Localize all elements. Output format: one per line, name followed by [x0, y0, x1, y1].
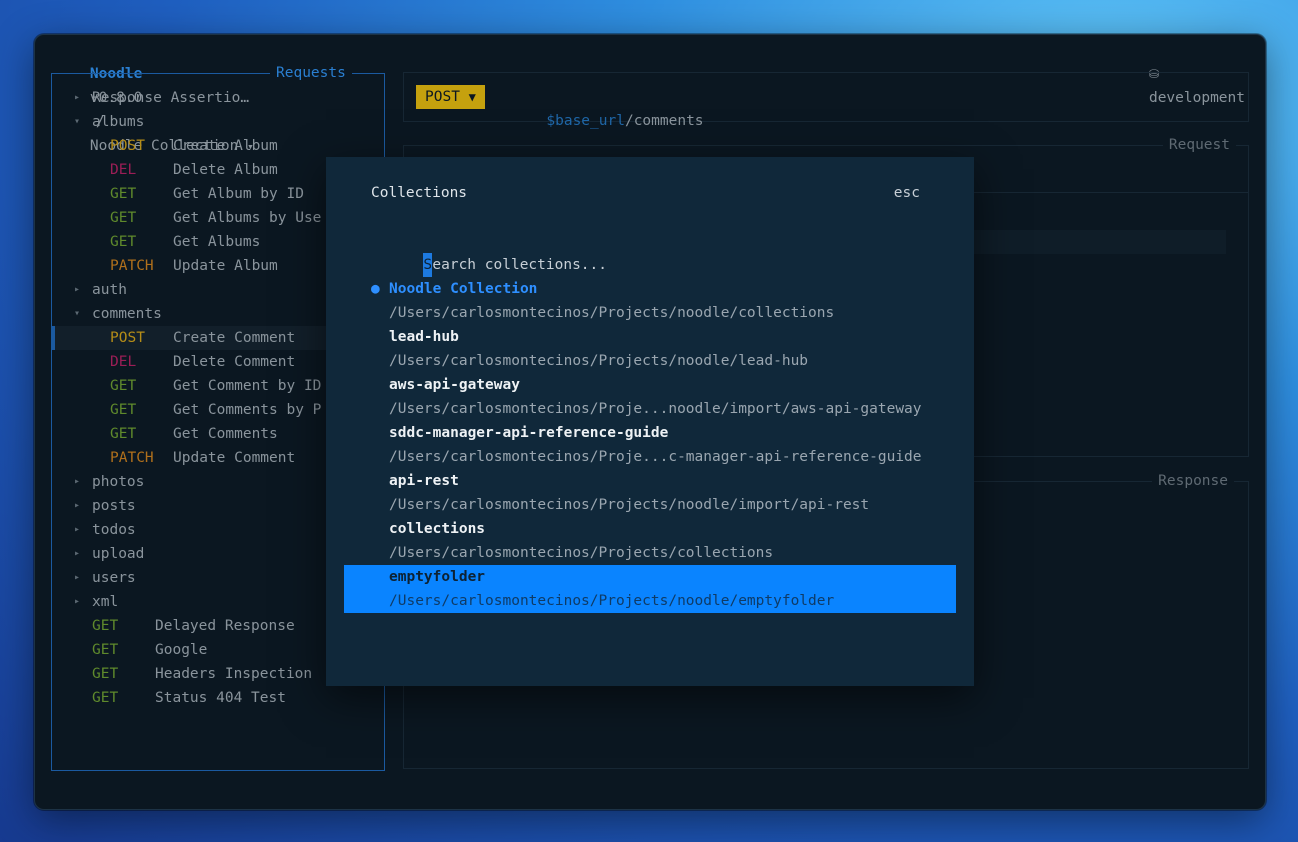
collection-item[interactable]: aws-api-gateway/Users/carlosmontecinos/P…	[326, 373, 974, 421]
method-badge: GET	[92, 690, 119, 706]
caret-right-icon: ▸	[74, 572, 81, 583]
method-badge: GET	[92, 666, 119, 682]
caret-right-icon: ▸	[74, 524, 81, 535]
method-badge: GET	[110, 402, 137, 418]
collection-name: aws-api-gateway	[389, 377, 520, 393]
active-bullet-icon: ●	[371, 281, 380, 297]
request-label: Update Comment	[173, 450, 296, 466]
collection-path: /Users/carlosmontecinos/Projects/noodle/…	[389, 305, 835, 321]
footer-hint: Esc close	[55, 782, 134, 809]
collection-name: sddc-manager-api-reference-guide	[389, 425, 669, 441]
folder-label: auth	[92, 282, 127, 298]
caret-down-icon: ▾	[74, 308, 81, 319]
method-badge: GET	[110, 378, 137, 394]
collections-modal: Collections esc Search collections... ● N…	[326, 157, 974, 686]
caret-right-icon: ▸	[74, 476, 81, 487]
caret-down-icon: ▼	[468, 90, 476, 104]
caret-right-icon: ▸	[74, 596, 81, 607]
method-badge: DEL	[110, 354, 137, 370]
collection-item[interactable]: emptyfolder/Users/carlosmontecinos/Proje…	[326, 565, 974, 613]
caret-down-icon: ▾	[74, 116, 81, 127]
collection-name: api-rest	[389, 473, 459, 489]
collection-name: lead-hub	[389, 329, 459, 345]
request-label: Create Comment	[173, 330, 296, 346]
folder-label: todos	[92, 522, 136, 538]
collection-path: /Users/carlosmontecinos/Projects/noodle/…	[389, 353, 809, 369]
method-badge: GET	[110, 186, 137, 202]
modal-close-hint[interactable]: esc	[894, 181, 920, 205]
folder-label: comments	[92, 306, 162, 322]
method-badge: PATCH	[110, 258, 154, 274]
url-variable: $base_url	[546, 113, 625, 129]
collection-item[interactable]: api-rest/Users/carlosmontecinos/Projects…	[326, 469, 974, 517]
method-badge: GET	[110, 426, 137, 442]
collection-path: /Users/carlosmontecinos/Projects/noodle/…	[389, 593, 835, 609]
request-label: Google	[155, 642, 208, 658]
request-label: Get Comments	[173, 426, 278, 442]
collection-item[interactable]: lead-hub/Users/carlosmontecinos/Projects…	[326, 325, 974, 373]
sidebar-request[interactable]: POST Create Album	[52, 134, 382, 158]
request-label: Get Comment by ID	[173, 378, 322, 394]
response-panel-label: Response	[1152, 470, 1234, 492]
search-placeholder: earch collections...	[432, 257, 607, 273]
collection-item[interactable]: ● Noodle Collection/Users/carlosmontecino…	[326, 277, 974, 325]
folder-label: Response Assertio…	[92, 90, 250, 106]
request-label: Get Comments by P	[173, 402, 322, 418]
request-label: Get Album by ID	[173, 186, 304, 202]
request-label: Update Album	[173, 258, 278, 274]
method-selector[interactable]: POST ▼	[416, 85, 485, 109]
request-label: Get Albums	[173, 234, 261, 250]
sidebar-request[interactable]: GET Status 404 Test	[52, 686, 382, 710]
collection-name: Noodle Collection	[389, 281, 538, 297]
sidebar-title: Requests	[270, 62, 352, 84]
request-label: Get Albums by Use	[173, 210, 322, 226]
request-label: Create Album	[173, 138, 278, 154]
request-panel-label: Request	[1162, 134, 1236, 156]
method-badge: GET	[92, 618, 119, 634]
collection-name: emptyfolder	[389, 569, 486, 585]
request-label: Headers Inspection	[155, 666, 313, 682]
folder-label: users	[92, 570, 136, 586]
sidebar-folder[interactable]: ▾ albums	[52, 110, 382, 134]
method-badge: GET	[110, 234, 137, 250]
folder-label: xml	[92, 594, 119, 610]
collection-path: /Users/carlosmontecinos/Projects/noodle/…	[389, 497, 870, 513]
request-label: Delayed Response	[155, 618, 295, 634]
method-badge: POST	[110, 138, 145, 154]
folder-label: upload	[92, 546, 145, 562]
caret-right-icon: ▸	[74, 92, 81, 103]
method-badge: GET	[110, 210, 137, 226]
collection-item[interactable]: sddc-manager-api-reference-guide/Users/c…	[326, 421, 974, 469]
caret-right-icon: ▸	[74, 500, 81, 511]
collection-path: /Users/carlosmontecinos/Proje...c-manage…	[389, 449, 922, 465]
collection-name: collections	[389, 521, 486, 537]
url-bar: POST ▼ $base_url/comments	[403, 72, 1249, 129]
method-badge: POST	[110, 330, 145, 346]
modal-title: Collections	[371, 185, 468, 201]
collection-path: /Users/carlosmontecinos/Proje...noodle/i…	[389, 401, 922, 417]
method-label: POST	[425, 89, 460, 105]
folder-label: albums	[92, 114, 145, 130]
caret-right-icon: ▸	[74, 548, 81, 559]
collection-item[interactable]: collections/Users/carlosmontecinos/Proje…	[326, 517, 974, 565]
caret-right-icon: ▸	[74, 284, 81, 295]
folder-label: photos	[92, 474, 145, 490]
request-label: Status 404 Test	[155, 690, 286, 706]
method-badge: DEL	[110, 162, 137, 178]
request-label: Delete Album	[173, 162, 278, 178]
url-path: /comments	[624, 113, 704, 129]
collection-path: /Users/carlosmontecinos/Projects/collect…	[389, 545, 774, 561]
app-window: Noodle v0.8.0 / Noodle Collection ▾ ⛁ de…	[34, 34, 1266, 810]
sidebar-folder[interactable]: ▸ Response Assertio…	[52, 86, 382, 110]
request-label: Delete Comment	[173, 354, 296, 370]
folder-label: posts	[92, 498, 136, 514]
method-badge: GET	[92, 642, 119, 658]
method-badge: PATCH	[110, 450, 154, 466]
